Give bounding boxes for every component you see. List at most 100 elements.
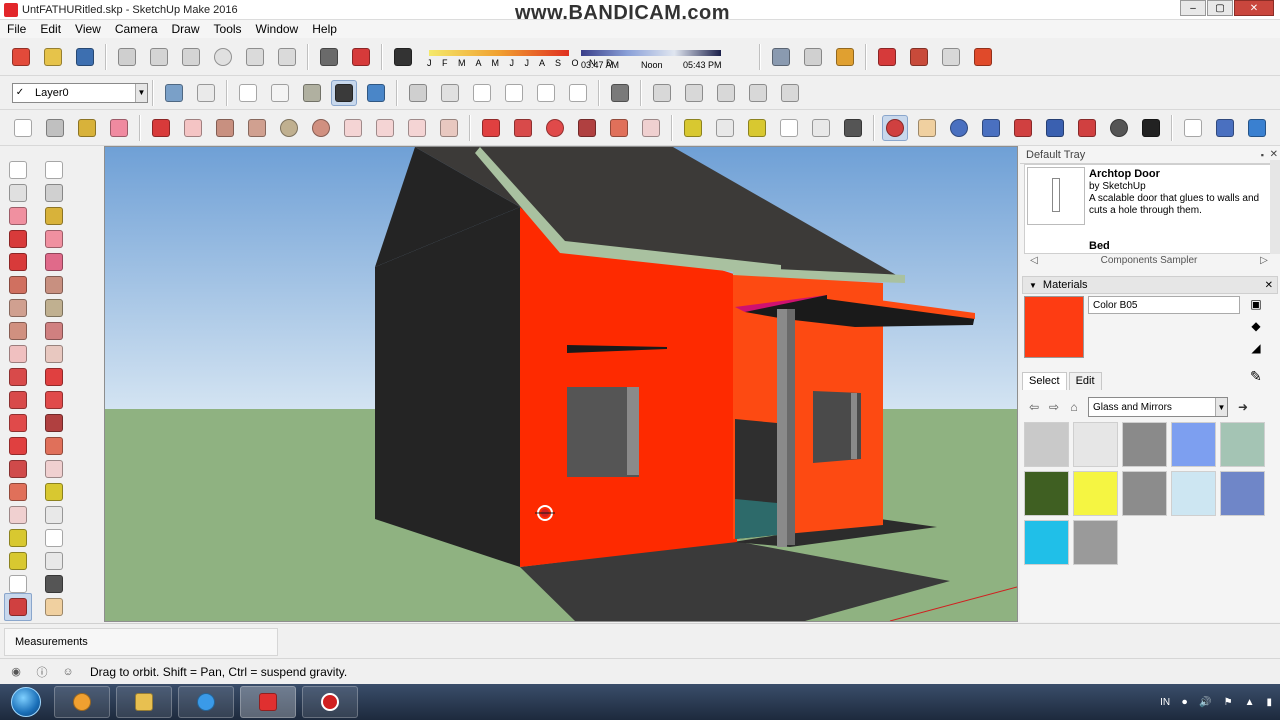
display-secondary-icon[interactable]: ▣ — [1248, 296, 1264, 312]
components-list[interactable]: Archtop Door by SketchUp A scalable door… — [1024, 164, 1274, 254]
menu-view[interactable]: View — [68, 22, 108, 36]
menu-edit[interactable]: Edit — [33, 22, 68, 36]
geo-location-icon[interactable]: ◉ — [6, 664, 26, 680]
open-file-button[interactable] — [40, 44, 66, 70]
component-title[interactable]: Archtop Door — [1089, 168, 1160, 180]
extension-manager-button[interactable] — [906, 44, 932, 70]
copy-button[interactable] — [146, 44, 172, 70]
top-view-button[interactable] — [437, 80, 463, 106]
zoom-tool-button[interactable] — [946, 115, 972, 141]
menu-camera[interactable]: Camera — [108, 22, 165, 36]
taskbar-sketchup[interactable] — [240, 686, 296, 718]
battery-icon[interactable]: ▮ — [1266, 697, 1272, 708]
look-around-button[interactable] — [1106, 115, 1132, 141]
materials-header[interactable]: ▼ Materials ✕ — [1022, 276, 1278, 294]
minimize-button[interactable]: – — [1180, 0, 1206, 16]
zoom-window-button[interactable] — [978, 115, 1004, 141]
3d-warehouse-button[interactable] — [768, 44, 794, 70]
time-slider[interactable] — [581, 49, 721, 56]
extension-warehouse-button[interactable] — [874, 44, 900, 70]
menu-file[interactable]: File — [0, 22, 33, 36]
taskbar-explorer[interactable] — [116, 686, 172, 718]
tape-measure-button[interactable] — [680, 115, 706, 141]
left-view-button[interactable] — [565, 80, 591, 106]
details-arrow-icon[interactable]: ➜ — [1238, 400, 1248, 414]
orbit-tool-button[interactable] — [882, 114, 908, 141]
xray-style-button[interactable] — [161, 80, 187, 106]
components-scrollbar[interactable] — [1270, 160, 1280, 254]
display-section-planes-button[interactable] — [1212, 115, 1238, 141]
select-tool-button[interactable] — [10, 115, 36, 141]
protractor-button[interactable] — [744, 115, 770, 141]
iso-view-button[interactable] — [405, 80, 431, 106]
previous-view-button[interactable] — [1042, 115, 1068, 141]
walk-tool-button[interactable] — [1138, 115, 1164, 141]
action-center-icon[interactable]: ⚑ — [1224, 697, 1233, 708]
material-swatch[interactable] — [1122, 422, 1167, 467]
3d-text-button[interactable] — [840, 115, 866, 141]
pin-icon[interactable]: ▪ — [1261, 150, 1264, 160]
paint-bucket-button[interactable] — [74, 115, 100, 141]
shadows-toggle-button[interactable] — [390, 44, 416, 70]
three-point-arc-button[interactable] — [404, 115, 430, 141]
back-view-button[interactable] — [533, 80, 559, 106]
material-swatch[interactable] — [1171, 422, 1216, 467]
shaded-button[interactable] — [299, 80, 325, 106]
make-component-button[interactable] — [42, 115, 68, 141]
front-view-button[interactable] — [469, 80, 495, 106]
erase-button[interactable] — [210, 44, 236, 70]
material-swatch[interactable] — [1024, 520, 1069, 565]
paste-button[interactable] — [178, 44, 204, 70]
menu-draw[interactable]: Draw — [165, 22, 207, 36]
undo-button[interactable] — [242, 44, 268, 70]
tab-select[interactable]: Select — [1022, 372, 1067, 390]
material-swatch[interactable] — [1073, 422, 1118, 467]
follow-me-button[interactable] — [574, 115, 600, 141]
text-tool-button[interactable] — [776, 115, 802, 141]
maximize-button[interactable]: ▢ — [1207, 0, 1233, 16]
share-model-button[interactable] — [800, 44, 826, 70]
material-swatch[interactable] — [1220, 422, 1265, 467]
hidden-line-button[interactable] — [267, 80, 293, 106]
freehand-tool-button[interactable] — [180, 115, 206, 141]
redo-button[interactable] — [274, 44, 300, 70]
create-material-icon[interactable]: ◆ — [1248, 318, 1264, 334]
move-tool-button[interactable] — [478, 115, 504, 141]
polygon-tool-button[interactable] — [308, 115, 334, 141]
get-models-button[interactable] — [832, 44, 858, 70]
default-material-icon[interactable]: ◢ — [1248, 340, 1264, 356]
eraser-button[interactable] — [106, 115, 132, 141]
modeling-viewport[interactable] — [104, 146, 1018, 622]
credits-icon[interactable]: ⓘ — [32, 664, 52, 680]
user-icon[interactable]: ☺ — [58, 664, 78, 680]
components-sampler[interactable]: Components Sampler — [1044, 255, 1254, 266]
position-camera-button[interactable] — [1074, 115, 1100, 141]
pan-tool-button[interactable] — [914, 115, 940, 141]
right-view-button[interactable] — [501, 80, 527, 106]
rotated-rect-button[interactable] — [244, 115, 270, 141]
material-swatch[interactable] — [1171, 471, 1216, 516]
zoom-extents-button[interactable] — [1010, 115, 1036, 141]
layer-dropdown[interactable]: ✓ Layer0 ▼ — [12, 82, 148, 103]
pie-tool-button[interactable] — [436, 115, 462, 141]
close-icon[interactable]: ✕ — [1270, 149, 1278, 160]
material-swatch[interactable] — [1024, 471, 1069, 516]
back-edges-button[interactable] — [193, 80, 219, 106]
component-thumbnail[interactable] — [1027, 167, 1085, 225]
shaded-textures-button[interactable] — [331, 79, 357, 106]
taskbar-media-player[interactable] — [54, 686, 110, 718]
two-point-arc-button[interactable] — [372, 115, 398, 141]
axes-tool-button[interactable] — [808, 115, 834, 141]
eyedropper-icon[interactable]: ✎ — [1250, 368, 1262, 385]
split-button[interactable] — [777, 80, 803, 106]
material-swatch[interactable] — [1073, 471, 1118, 516]
extension-share-button[interactable] — [938, 44, 964, 70]
outer-shell-button[interactable] — [607, 80, 633, 106]
tab-edit[interactable]: Edit — [1068, 372, 1102, 390]
current-material-swatch[interactable] — [1024, 296, 1084, 358]
scene-canvas[interactable] — [105, 147, 1017, 621]
tool-orbit-button[interactable] — [4, 593, 32, 621]
model-info-button[interactable] — [348, 44, 374, 70]
rotate-tool-button[interactable] — [542, 115, 568, 141]
collapse-icon[interactable]: ▼ — [1029, 281, 1037, 290]
